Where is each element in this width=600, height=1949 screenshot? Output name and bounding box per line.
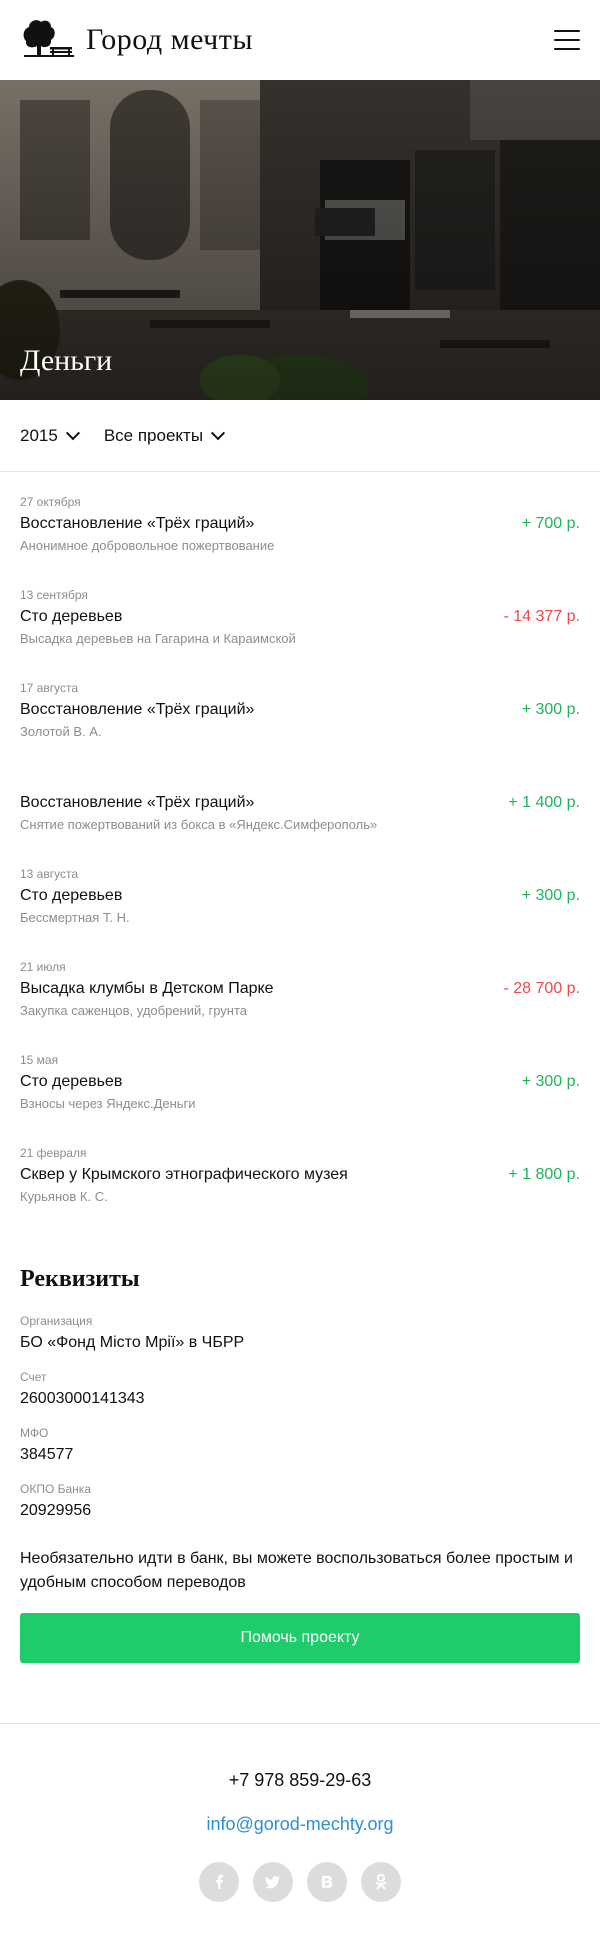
requisite-label: Организация	[20, 1314, 93, 1328]
twitter-icon[interactable]	[253, 1862, 293, 1902]
requisite-mfo: МФО 384577	[20, 1425, 580, 1465]
requisite-value: 384577	[20, 1446, 74, 1463]
transaction-amount: + 300 р.	[521, 887, 580, 904]
year-filter-dropdown[interactable]: 2015	[20, 425, 80, 446]
filters-bar: 2015 Все проекты	[0, 400, 600, 472]
transaction-date: 17 августа	[20, 681, 79, 695]
logo-text: Город мечты	[86, 23, 254, 56]
transaction-project[interactable]: Сто деревьев	[20, 885, 580, 907]
requisite-value: 20929956	[20, 1502, 92, 1519]
contact-email-link[interactable]: info@gorod-mechty.org	[206, 1812, 393, 1836]
site-header: Город мечты	[0, 0, 600, 80]
transaction-description: Золотой В. А.	[20, 724, 102, 739]
transaction-description: Снятие пожертвований из бокса в «Яндекс.…	[20, 817, 378, 832]
transaction-row: 21 июля Высадка клумбы в Детском Парке З…	[20, 959, 580, 1052]
transaction-row: 15 мая Сто деревьев Взносы через Яндекс.…	[20, 1052, 580, 1145]
transaction-description: Закупка саженцов, удобрений, грунта	[20, 1003, 248, 1018]
transaction-amount: - 28 700 р.	[503, 980, 581, 997]
requisites-section: Реквизиты Организация БО «Фонд Місто Мрі…	[0, 1266, 600, 1663]
site-logo[interactable]: Город мечты	[20, 17, 253, 63]
odnoklassniki-icon[interactable]	[361, 1862, 401, 1902]
transaction-row: Восстановление «Трёх граций» Снятие поже…	[20, 773, 580, 866]
transaction-description: Высадка деревьев на Гагарина и Караимско…	[20, 631, 296, 646]
requisite-label: ОКПО Банка	[20, 1482, 91, 1496]
requisite-account: Счет 26003000141343	[20, 1369, 580, 1409]
transaction-amount: + 1 400 р.	[508, 794, 580, 811]
transaction-amount: + 1 800 р.	[508, 1166, 580, 1183]
transaction-project[interactable]: Сто деревьев	[20, 1071, 580, 1093]
transaction-description: Анонимное добровольное пожертвование	[20, 538, 275, 553]
transaction-date: 27 октября	[20, 495, 81, 509]
transaction-row: 13 августа Сто деревьев Бессмертная Т. Н…	[20, 866, 580, 959]
transaction-row: 21 февраля Сквер у Крымского этнографиче…	[20, 1145, 580, 1238]
transaction-project[interactable]: Сквер у Крымского этнографического музея	[20, 1164, 580, 1186]
transaction-description: Взносы через Яндекс.Деньги	[20, 1096, 196, 1111]
transactions-list: 27 октября Восстановление «Трёх граций» …	[0, 472, 600, 1246]
hero-banner: Деньги	[0, 80, 600, 400]
transaction-date	[20, 773, 580, 789]
facebook-icon[interactable]	[199, 1862, 239, 1902]
transaction-project[interactable]: Восстановление «Трёх граций»	[20, 699, 580, 721]
transaction-row: 27 октября Восстановление «Трёх граций» …	[20, 494, 580, 587]
vk-icon[interactable]	[307, 1862, 347, 1902]
transaction-amount: + 300 р.	[521, 1073, 580, 1090]
transaction-project[interactable]: Восстановление «Трёх граций»	[20, 792, 580, 814]
transaction-project[interactable]: Сто деревьев	[20, 606, 580, 628]
requisite-label: МФО	[20, 1426, 49, 1440]
requisite-value: БО «Фонд Місто Мрії» в ЧБРР	[20, 1334, 245, 1351]
project-filter-dropdown[interactable]: Все проекты	[103, 425, 226, 446]
transfer-note: Необязательно идти в банк, вы можете вос…	[20, 1550, 573, 1591]
transaction-project[interactable]: Высадка клумбы в Детском Парке	[20, 978, 580, 1000]
page-title: Деньги	[20, 344, 113, 377]
transaction-amount: + 300 р.	[521, 701, 580, 718]
transaction-project[interactable]: Восстановление «Трёх граций»	[20, 513, 580, 535]
contact-phone[interactable]: +7 978 859-29-63	[0, 1768, 600, 1792]
transaction-row: 17 августа Восстановление «Трёх граций» …	[20, 680, 580, 773]
transaction-date: 21 июля	[20, 960, 66, 974]
year-filter-value: 2015	[20, 425, 58, 445]
site-footer: +7 978 859-29-63 info@gorod-mechty.org	[0, 1723, 600, 1949]
requisite-okpo: ОКПО Банка 20929956	[20, 1481, 580, 1521]
requisite-value: 26003000141343	[20, 1390, 145, 1407]
requisite-organization: Организация БО «Фонд Місто Мрії» в ЧБРР	[20, 1313, 580, 1353]
transaction-description: Курьянов К. С.	[20, 1189, 108, 1204]
chevron-down-icon	[65, 425, 80, 440]
hamburger-menu-icon[interactable]	[554, 30, 580, 50]
tree-and-bench-icon	[23, 20, 74, 57]
transaction-description: Бессмертная Т. Н.	[20, 910, 130, 925]
requisites-heading: Реквизиты	[20, 1266, 140, 1292]
help-project-button[interactable]: Помочь проекту	[20, 1613, 580, 1663]
transaction-amount: - 14 377 р.	[503, 608, 581, 625]
transaction-date: 21 февраля	[20, 1146, 87, 1160]
transaction-date: 13 сентября	[20, 588, 88, 602]
social-links	[0, 1862, 600, 1902]
project-filter-value: Все проекты	[103, 425, 204, 445]
transaction-row: 13 сентября Сто деревьев Высадка деревье…	[20, 587, 580, 680]
transaction-date: 15 мая	[20, 1053, 59, 1067]
transaction-amount: + 700 р.	[521, 515, 580, 532]
chevron-down-icon	[210, 425, 226, 440]
requisite-label: Счет	[20, 1370, 47, 1384]
transaction-date: 13 августа	[20, 867, 79, 881]
